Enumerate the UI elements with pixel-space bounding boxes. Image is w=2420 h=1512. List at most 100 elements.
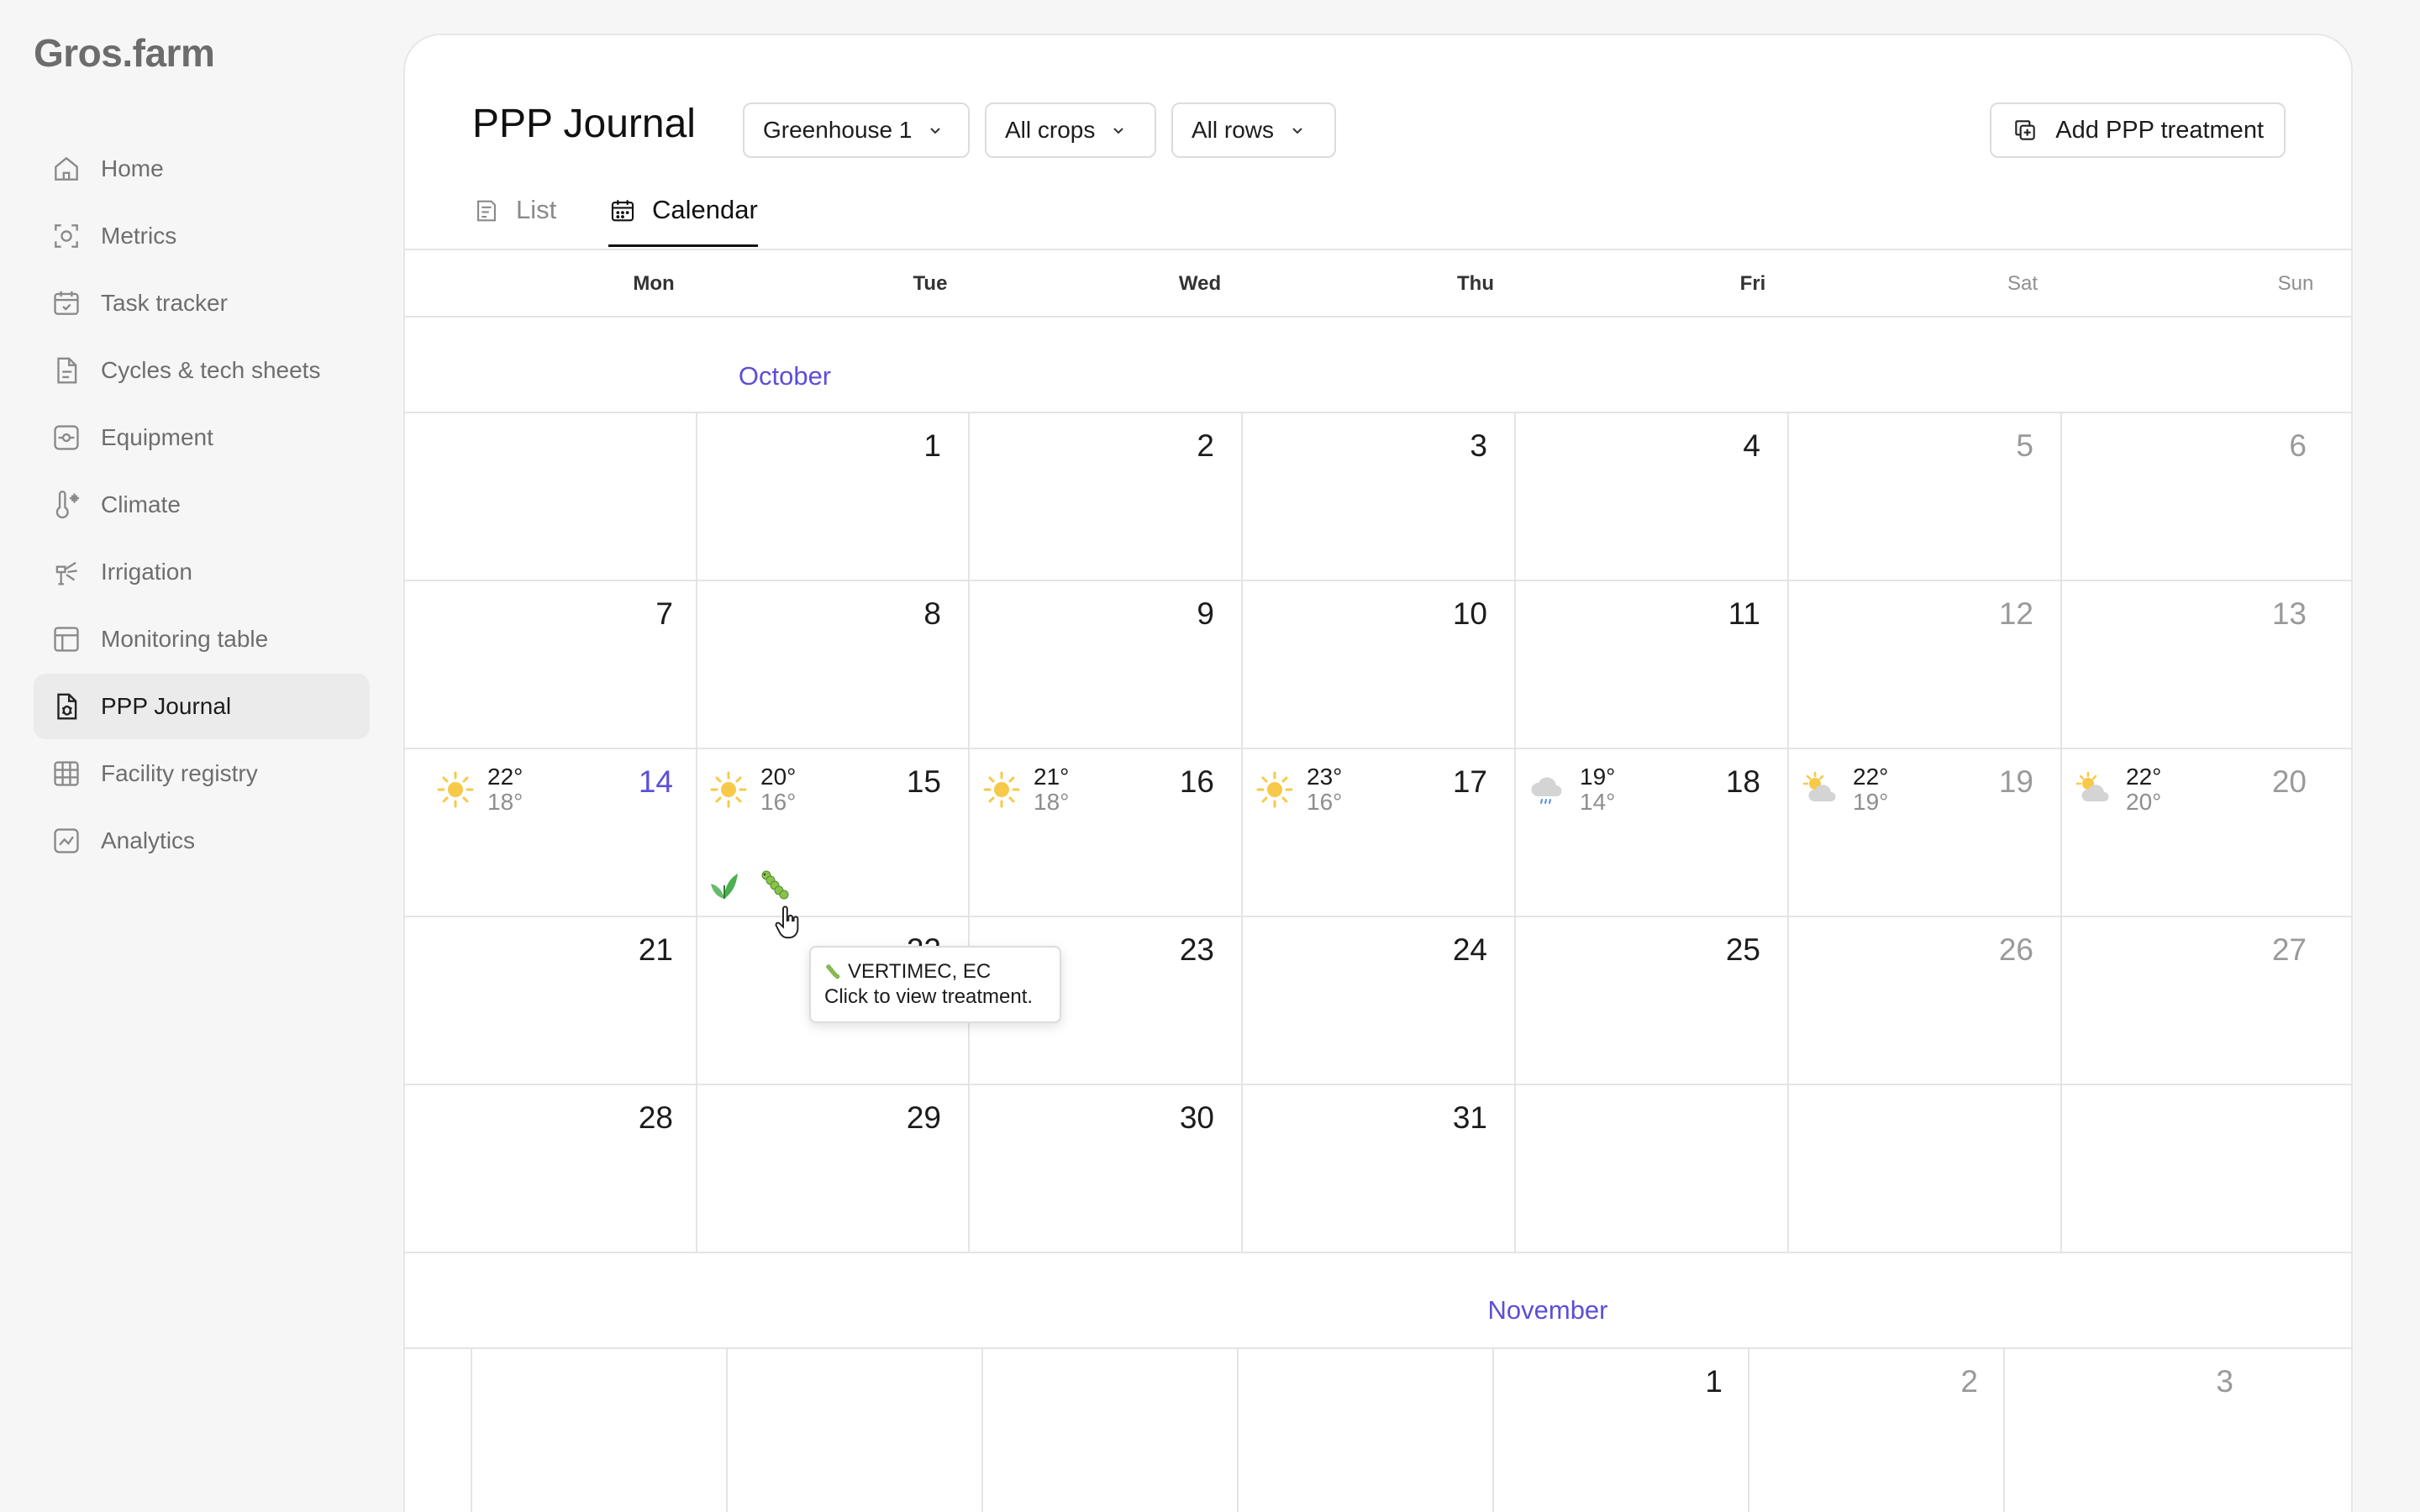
sun-icon: [1256, 771, 1293, 808]
grid-column-line: [1748, 1349, 1749, 1512]
sidebar-item-analytics[interactable]: Analytics: [34, 808, 370, 874]
greenhouse-select-value: Greenhouse 1: [763, 117, 913, 143]
weather-forecast: 23° 16°: [1255, 764, 1342, 815]
sidebar-item-cycles[interactable]: Cycles & tech sheets: [34, 338, 370, 403]
calendar-day[interactable]: 7: [626, 596, 673, 632]
leaf-icon[interactable]: [706, 867, 743, 904]
calendar-day-today[interactable]: 14: [626, 764, 673, 800]
weekday-sun: Sun: [2277, 272, 2314, 295]
rows-select-value: All rows: [1192, 117, 1275, 143]
sidebar-item-label: Irrigation: [101, 559, 192, 585]
rain-cloud-icon: [1531, 777, 1562, 804]
calendar-day[interactable]: 3: [2200, 1364, 2233, 1399]
calendar-day[interactable]: 27: [2260, 932, 2307, 968]
sidebar-item-task-tracker[interactable]: Task tracker: [34, 270, 370, 336]
sprinkler-icon: [49, 554, 84, 590]
weather-forecast: 20° 16°: [708, 764, 796, 815]
grid-column-line: [471, 1349, 472, 1512]
hand-cursor-icon: [775, 906, 799, 939]
calendar-day[interactable]: 21: [626, 932, 673, 968]
sidebar-item-facility-registry[interactable]: Facility registry: [34, 741, 370, 806]
sidebar-item-home[interactable]: Home: [34, 136, 370, 202]
sidebar-item-label: Equipment: [101, 424, 213, 450]
weather-low: 18°: [1034, 789, 1070, 815]
sidebar-item-equipment[interactable]: Equipment: [34, 405, 370, 470]
grid-column-line: [1514, 412, 1516, 1252]
calendar-day[interactable]: 26: [1986, 932, 2033, 968]
calendar-day[interactable]: 9: [1167, 596, 1214, 632]
weather-low: 14°: [1580, 789, 1616, 815]
calendar-day[interactable]: 13: [2260, 596, 2307, 632]
calendar-day[interactable]: 2: [1181, 428, 1214, 464]
sidebar-item-ppp-journal[interactable]: PPP Journal: [34, 674, 370, 739]
treatment-tooltip[interactable]: VERTIMEC, EC Click to view treatment.: [809, 946, 1061, 1023]
greenhouse-select[interactable]: Greenhouse 1: [743, 102, 970, 158]
sun-icon: [437, 771, 474, 808]
calendar-day[interactable]: 6: [2273, 428, 2307, 464]
caterpillar-icon: [826, 964, 840, 979]
weather-forecast: 22° 19°: [1801, 764, 1888, 815]
calendar-day[interactable]: 10: [1440, 596, 1487, 632]
home-icon: [49, 151, 84, 186]
grid-icon: [49, 756, 84, 791]
weekday-thu: Thu: [1457, 272, 1494, 295]
grid-column-line: [981, 1349, 983, 1512]
calendar-day[interactable]: 5: [2000, 428, 2033, 464]
sidebar-item-climate[interactable]: Climate: [34, 472, 370, 538]
thermometer-icon: [49, 487, 84, 522]
sidebar-item-monitoring-table[interactable]: Monitoring table: [34, 606, 370, 672]
calendar-day[interactable]: 20: [2260, 764, 2307, 800]
weekday-tue: Tue: [913, 272, 948, 295]
app-logo[interactable]: Gros.farm: [34, 30, 215, 76]
calendar-day[interactable]: 30: [1167, 1100, 1214, 1136]
chevron-down-icon: [1292, 128, 1302, 134]
weather-high: 22°: [2126, 764, 2162, 790]
table-icon: [49, 622, 84, 657]
crops-select[interactable]: All crops: [985, 102, 1156, 158]
tab-calendar[interactable]: Calendar: [608, 195, 758, 247]
calendar-day[interactable]: 24: [1440, 932, 1487, 968]
journal-bug-icon: [49, 689, 84, 724]
calendar-day[interactable]: 16: [1167, 764, 1214, 800]
calendar-day[interactable]: 8: [894, 596, 941, 632]
calendar-icon: [611, 200, 634, 222]
copy-add-icon: [2015, 120, 2036, 140]
sidebar-item-metrics[interactable]: Metrics: [34, 203, 370, 269]
calendar-day[interactable]: 28: [626, 1100, 673, 1136]
calendar-day[interactable]: 15: [894, 764, 941, 800]
weather-low: 16°: [760, 789, 797, 815]
weather-high: 22°: [487, 764, 523, 790]
tab-calendar-label: Calendar: [652, 195, 758, 224]
sidebar-item-irrigation[interactable]: Irrigation: [34, 539, 370, 605]
calendar-day[interactable]: 18: [1713, 764, 1760, 800]
tab-list[interactable]: List: [472, 195, 556, 247]
calendar-day[interactable]: 1: [1689, 1364, 1723, 1399]
sidebar-nav: Home Metrics Task tracker Cycles & tech …: [34, 136, 370, 875]
calendar-day[interactable]: 1: [908, 428, 941, 464]
calendar-day[interactable]: 3: [1454, 428, 1487, 464]
sidebar-item-label: Monitoring table: [101, 626, 269, 652]
calendar-day[interactable]: 23: [1167, 932, 1214, 968]
calendar-day[interactable]: 4: [1727, 428, 1760, 464]
grid-column-line: [726, 1349, 728, 1512]
grid-column-line: [1241, 412, 1243, 1252]
caterpillar-icon[interactable]: [758, 867, 795, 904]
calendar-day[interactable]: 25: [1713, 932, 1760, 968]
calendar-day[interactable]: 17: [1440, 764, 1487, 800]
weekday-sat: Sat: [2007, 272, 2039, 295]
sidebar-item-label: Analytics: [101, 827, 196, 853]
add-ppp-treatment-button[interactable]: Add PPP treatment: [1990, 102, 2286, 158]
task-tracker-icon: [49, 286, 84, 321]
weather-forecast: 22° 18°: [435, 764, 523, 815]
rows-select[interactable]: All rows: [1171, 102, 1336, 158]
grid-column-line: [968, 412, 970, 1252]
calendar-day[interactable]: 29: [894, 1100, 941, 1136]
calendar-day[interactable]: 31: [1440, 1100, 1487, 1136]
calendar-day[interactable]: 12: [1986, 596, 2033, 632]
sidebar-item-label: Task tracker: [101, 290, 228, 316]
weather-high: 23°: [1307, 764, 1343, 790]
calendar-day[interactable]: 2: [1944, 1364, 1978, 1399]
calendar-day[interactable]: 11: [1713, 596, 1760, 632]
chevron-down-icon: [1113, 128, 1124, 134]
calendar-day[interactable]: 19: [1986, 764, 2033, 800]
